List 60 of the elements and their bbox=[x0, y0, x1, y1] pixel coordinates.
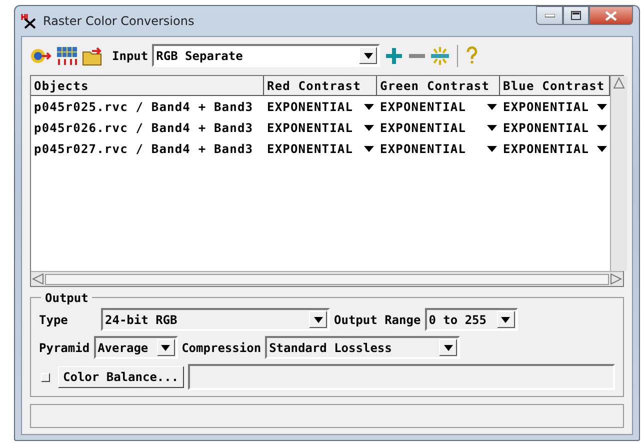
color-balance-field[interactable] bbox=[188, 364, 615, 390]
caret-icon[interactable] bbox=[501, 316, 510, 322]
window-title: Raster Color Conversions bbox=[43, 13, 194, 30]
input-label: Input bbox=[112, 48, 148, 64]
minimize-icon[interactable] bbox=[544, 14, 554, 18]
app-logo-icon bbox=[21, 13, 37, 29]
caret-icon[interactable] bbox=[487, 124, 497, 130]
caret-icon[interactable] bbox=[314, 316, 322, 322]
burst-icon[interactable] bbox=[430, 46, 450, 66]
caret-icon[interactable] bbox=[364, 124, 374, 130]
maximize-button[interactable] bbox=[563, 6, 589, 25]
left-arrow-icon[interactable] bbox=[31, 273, 45, 285]
color-balance-button[interactable]: Color Balance... bbox=[58, 366, 184, 388]
output-range-label: Output Range bbox=[334, 312, 421, 328]
compression-dropdown[interactable]: Standard Lossless bbox=[265, 336, 460, 359]
contrast-dropdown[interactable]: EXPONENTIAL bbox=[503, 140, 590, 158]
caret-icon[interactable] bbox=[597, 146, 607, 152]
close-button[interactable] bbox=[589, 6, 633, 25]
compression-label: Compression bbox=[182, 340, 262, 356]
column-header[interactable]: Blue Contrast bbox=[500, 76, 610, 96]
column-header[interactable]: Red Contrast bbox=[264, 76, 377, 96]
contrast-dropdown[interactable]: EXPONENTIAL bbox=[267, 98, 354, 116]
contrast-dropdown[interactable]: EXPONENTIAL bbox=[380, 98, 466, 116]
contrast-dropdown[interactable]: EXPONENTIAL bbox=[380, 118, 466, 136]
contrast-dropdown[interactable]: EXPONENTIAL bbox=[267, 140, 354, 158]
caret-icon[interactable] bbox=[487, 104, 497, 110]
contrast-dropdown[interactable]: EXPONENTIAL bbox=[503, 98, 590, 116]
folder-arrow-icon[interactable] bbox=[82, 46, 104, 66]
horizontal-scrollbar[interactable] bbox=[31, 271, 623, 286]
table-cell-text: p045r027.rvc / Band4 + Band3 bbox=[33, 140, 254, 158]
grid-figures-icon[interactable] bbox=[56, 46, 78, 66]
caret-icon[interactable] bbox=[597, 124, 607, 130]
caret-icon[interactable] bbox=[364, 52, 373, 58]
output-range-dropdown[interactable]: 0 to 255 bbox=[424, 308, 518, 331]
vertical-scrollbar[interactable] bbox=[610, 76, 627, 271]
minimize-button[interactable] bbox=[536, 6, 563, 25]
type-dropdown[interactable]: 24-bit RGB bbox=[101, 308, 330, 331]
input-dropdown[interactable]: RGB Separate bbox=[152, 44, 380, 67]
column-header[interactable]: Objects bbox=[31, 76, 264, 96]
caret-icon[interactable] bbox=[597, 104, 607, 110]
plus-icon[interactable] bbox=[384, 46, 404, 66]
up-arrow-icon[interactable] bbox=[611, 76, 627, 90]
checkbox[interactable] bbox=[41, 372, 50, 382]
caret-icon[interactable] bbox=[364, 146, 374, 152]
contrast-dropdown[interactable]: EXPONENTIAL bbox=[503, 118, 590, 136]
caret-icon[interactable] bbox=[364, 104, 374, 110]
pyramid-dropdown[interactable]: Average bbox=[94, 336, 178, 359]
table-cell-text: p045r026.rvc / Band4 + Band3 bbox=[33, 120, 254, 136]
close-icon[interactable] bbox=[605, 10, 617, 20]
caret-icon[interactable] bbox=[161, 344, 170, 350]
column-header[interactable]: Green Contrast bbox=[377, 76, 500, 96]
right-arrow-icon[interactable] bbox=[609, 273, 623, 285]
contrast-dropdown[interactable]: EXPONENTIAL bbox=[380, 140, 466, 158]
maximize-icon[interactable] bbox=[571, 11, 581, 20]
caret-icon[interactable] bbox=[487, 146, 497, 152]
table-cell-text: p045r025.rvc / Band4 + Band3 bbox=[33, 98, 254, 116]
type-label: Type bbox=[39, 312, 69, 328]
pyramid-label: Pyramid bbox=[39, 340, 90, 356]
contrast-dropdown[interactable]: EXPONENTIAL bbox=[267, 118, 354, 136]
caret-icon[interactable] bbox=[444, 344, 453, 350]
